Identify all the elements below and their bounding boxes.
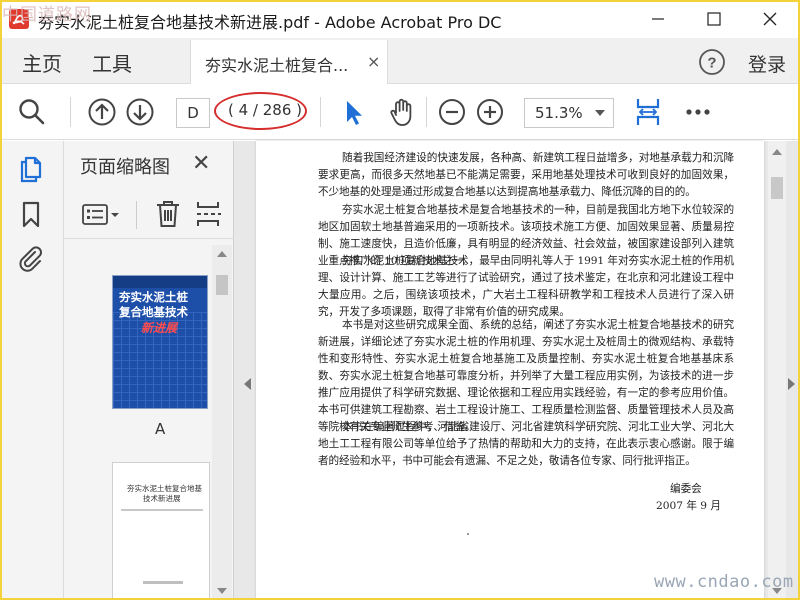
attachment-icon[interactable] [16,243,46,273]
paragraph-3: 夯实水泥土桩复合地基技术，最早由同明礼等人于 1991 年对夯实水泥土桩的作用机… [318,255,734,318]
next-page-icon[interactable] [124,96,156,128]
paragraph-5: 本书在编著过程中，河北省建设厅、河北省建筑科学研究院、河北工业大学、河北大地土工… [318,421,734,467]
menu-bar: 主页 工具 [0,38,800,84]
search-icon[interactable] [16,96,48,128]
hand-tool-icon[interactable] [386,96,418,128]
preface-date: 2007 年 9 月 [656,500,721,512]
fit-width-icon[interactable] [632,96,664,128]
minimize-button[interactable] [630,0,686,38]
collapse-right-panel-icon[interactable] [788,378,795,390]
collapse-left-panel-icon[interactable] [244,378,251,390]
page-number-input[interactable]: D [176,98,210,128]
thumbnail-options-icon[interactable] [82,203,120,227]
window-title: 夯实水泥土桩复合地基技术新进展.pdf - Adobe Acrobat Pro … [38,13,502,32]
zoom-level-value: 51.3% [535,104,583,122]
page-thumbnail-title-line2: 技术新进展 [143,494,181,503]
panel-separator [136,201,137,229]
panel-toolbar [64,189,234,239]
watermark-top: 中国道路网 [2,5,92,25]
document-tab[interactable]: 夯实水泥土桩复合... × [190,40,388,84]
tab-close-icon[interactable]: × [367,52,380,71]
close-icon [763,12,777,26]
cover-band [113,276,207,288]
toolbar-separator [426,97,427,127]
help-icon[interactable]: ? [698,48,726,76]
scrollbar-thumb[interactable] [216,275,228,295]
login-button[interactable]: 登录 [748,50,786,77]
page-thumbnail-text-line [121,509,203,511]
toolbar: D ( 4 / 286 ) 51.3% [0,85,800,140]
zoom-in-icon[interactable] [474,96,506,128]
thumbnail-page-label: A [155,420,166,438]
maximize-button[interactable] [686,0,742,38]
scroll-up-icon[interactable] [772,149,782,155]
tools-menu[interactable]: 工具 [92,48,132,77]
document-scrollbar[interactable] [768,141,786,600]
svg-text:?: ? [707,55,716,72]
select-cursor-icon[interactable] [338,96,370,128]
scroll-up-icon[interactable] [217,251,227,257]
paragraph-1: 随着我国经济建设的快速发展，各种高、新建筑工程日益增多，对地基承载力和沉降要求更… [318,152,734,198]
watermark-bottom: www.cndao.com [654,572,794,592]
title-bar: 夯实水泥土桩复合地基技术新进展.pdf - Adobe Acrobat Pro … [0,0,800,38]
zoom-level-select[interactable]: 51.3% [524,98,614,128]
cover-title-line2: 复合地基技术 [119,305,188,319]
pdf-page: 随着我国经济建设的快速发展，各种高、新建筑工程日益增多，对地基承载力和沉降要求更… [256,141,764,600]
scroll-down-icon[interactable] [217,588,227,594]
bookmark-icon[interactable] [16,199,46,229]
more-options-icon[interactable] [682,96,714,128]
maximize-icon [707,12,721,26]
page-thumbnails-icon[interactable] [16,155,46,185]
navigation-rail [0,141,64,600]
document-tab-label: 夯实水泥土桩复合... [205,56,349,75]
trash-icon[interactable] [154,199,182,229]
page-mark [467,533,469,535]
extract-pages-icon[interactable] [194,199,222,229]
chevron-down-icon [595,110,605,116]
cover-title-line3: 新进展 [141,321,178,335]
home-menu[interactable]: 主页 [22,48,62,77]
page-thumbnail-publisher [143,581,183,584]
zoom-out-icon[interactable] [436,96,468,128]
highlight-annotation [214,92,307,130]
cover-title-line1: 夯实水泥土桩 [119,290,188,304]
panel-close-icon[interactable]: ✕ [192,151,210,176]
toolbar-separator [70,97,71,127]
previous-page-icon[interactable] [86,96,118,128]
signature: 编委会 [670,483,702,495]
close-window-button[interactable] [742,0,798,38]
panel-title: 页面缩略图 [80,157,170,178]
thumbnails-scrollbar[interactable] [212,245,232,600]
page-thumbnail[interactable]: 夯实水泥土桩复合地基 技术新进展 [112,462,210,600]
minimize-icon [652,18,664,20]
toolbar-separator [320,97,321,127]
scrollbar-thumb[interactable] [771,177,783,199]
cover-thumbnail[interactable]: 夯实水泥土桩 复合地基技术 新进展 [112,275,208,409]
